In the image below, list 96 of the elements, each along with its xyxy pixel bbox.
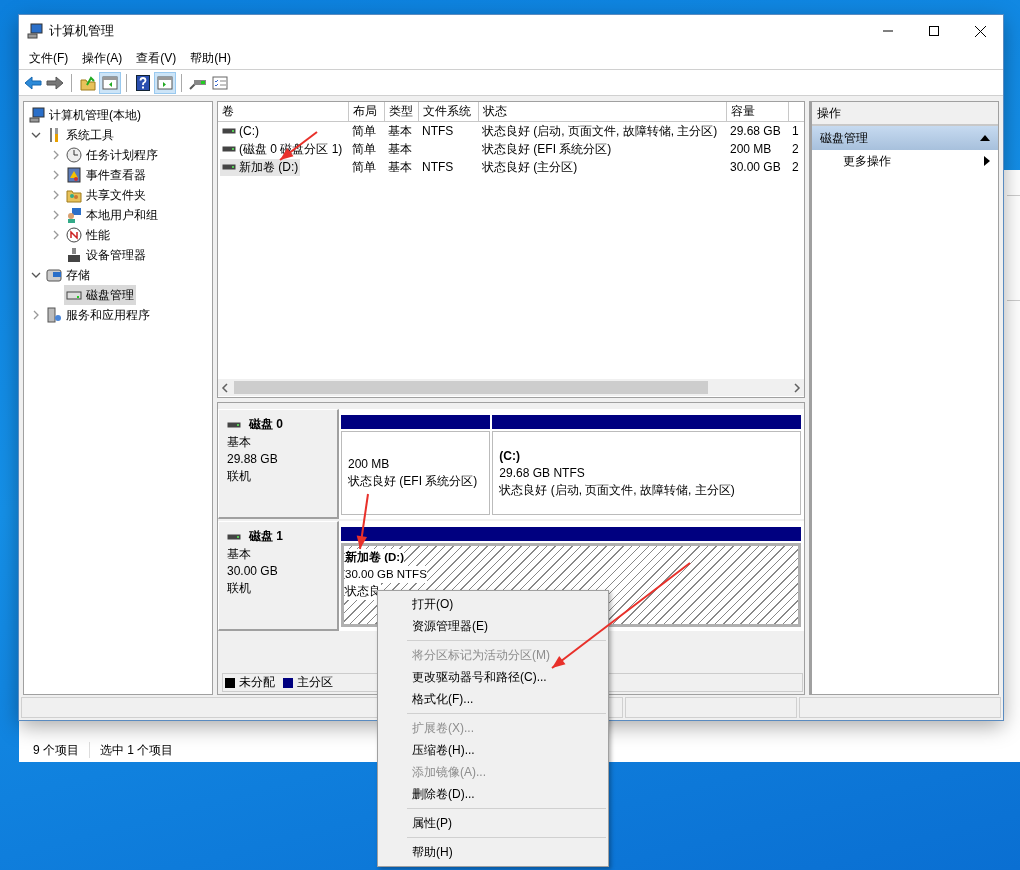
users-icon: [66, 207, 82, 223]
pane-title: 操作: [812, 102, 998, 126]
table-cell-text: 基本: [387, 140, 413, 158]
maximize-icon: [929, 26, 939, 36]
server-gear-icon: [46, 307, 62, 323]
tree-item[interactable]: 任务计划程序: [64, 145, 160, 165]
panel-icon: [102, 74, 118, 91]
status-text: 选中 1 个项目: [100, 741, 174, 759]
table-cell-text: 简单: [351, 158, 377, 176]
collapse-arrow-icon[interactable]: [980, 134, 990, 142]
clock-icon: [66, 147, 82, 163]
partition-block[interactable]: 200 MB 状态良好 (EFI 系统分区): [341, 431, 491, 515]
storage-icon: [46, 267, 62, 283]
column-header[interactable]: 状态: [478, 102, 726, 122]
gauge-icon: [66, 227, 82, 243]
disk-type: 基本: [227, 434, 252, 451]
status-text: 9 个项目: [33, 741, 79, 759]
context-menu-item[interactable]: 格式化(F)...: [378, 688, 608, 710]
menu-item[interactable]: 文件(F): [22, 48, 76, 68]
disk-name: 磁盘 0: [249, 416, 283, 433]
tree-item[interactable]: 性能: [64, 225, 112, 245]
tree-item[interactable]: 磁盘管理: [64, 285, 136, 305]
tree-item[interactable]: 共享文件夹: [64, 185, 148, 205]
chevron-icon[interactable]: [31, 130, 41, 140]
action-item[interactable]: 更多操作: [812, 150, 998, 172]
shared-folder-icon: [66, 187, 82, 203]
help-icon: [136, 74, 150, 91]
table-cell: NTFS: [418, 121, 478, 140]
drive-icon: [222, 144, 236, 154]
disk-size: 29.88 GB: [227, 451, 279, 468]
menu-item[interactable]: 操作(A): [75, 48, 130, 68]
tree-item[interactable]: 设备管理器: [64, 245, 148, 265]
device-icon: [66, 247, 82, 263]
legend-label: 未分配: [239, 674, 275, 691]
tree-item[interactable]: 存储: [44, 265, 92, 285]
context-menu-item[interactable]: 帮助(H): [378, 841, 608, 863]
volume-item[interactable]: 新加卷 (D:): [220, 158, 301, 176]
tree-item[interactable]: 服务和应用程序: [44, 305, 152, 325]
context-menu-item[interactable]: 属性(P): [378, 812, 608, 834]
folder-up-icon: [80, 74, 96, 91]
table-cell-text: 状态良好 (EFI 系统分区): [481, 140, 613, 158]
panel-icon: [157, 74, 173, 91]
table-cell: 简单: [348, 121, 384, 140]
context-menu-item[interactable]: 压缩卷(H)...: [378, 739, 608, 761]
table-cell-text: 基本: [387, 158, 413, 176]
drive-icon: [222, 162, 236, 172]
tree-item[interactable]: 系统工具: [44, 125, 116, 145]
column-header[interactable]: 类型: [384, 102, 418, 122]
table-cell-text: 状态良好 (主分区): [481, 158, 579, 176]
column-header[interactable]: 容量: [726, 102, 788, 122]
table-cell: 1: [788, 121, 804, 140]
table-cell: 基本: [384, 121, 418, 140]
back-arrow-icon: [24, 74, 42, 91]
legend-label: 主分区: [297, 674, 333, 691]
context-menu-item[interactable]: 删除卷(D)...: [378, 783, 608, 805]
disk-status: 联机: [227, 468, 252, 485]
window-title: 计算机管理: [49, 22, 114, 40]
column-header[interactable]: 文件系统: [418, 102, 478, 122]
table-cell-text: 2: [791, 141, 800, 158]
log-book-icon: [66, 167, 82, 183]
computer-icon: [29, 107, 45, 123]
action-section-header[interactable]: 磁盘管理: [812, 126, 998, 150]
table-cell: 状态良好 (启动, 页面文件, 故障转储, 主分区): [478, 121, 726, 140]
table-cell-text: 200 MB: [729, 141, 773, 158]
table-cell-text: NTFS: [421, 159, 455, 176]
disk-size: 30.00 GB: [227, 563, 279, 580]
horizontal-scrollbar[interactable]: [218, 379, 804, 396]
partition-status: 状态良好 (启动, 页面文件, 故障转储, 主分区): [499, 481, 735, 499]
partition-size: 30.00 GB NTFS: [345, 566, 427, 583]
forward-arrow-icon: [46, 74, 64, 91]
tree-item[interactable]: 计算机管理(本地): [27, 105, 143, 125]
checklist-icon: [212, 74, 228, 91]
disk-type: 基本: [227, 546, 252, 563]
submenu-arrow-icon: [984, 156, 990, 166]
disk-status: 联机: [227, 580, 252, 597]
computer-icon: [27, 23, 43, 39]
partition-status: 状态良好 (EFI 系统分区): [348, 473, 478, 490]
disk-name: 磁盘 1: [249, 528, 283, 545]
volume-item[interactable]: (C:): [220, 123, 261, 138]
tree-item[interactable]: 本地用户和组: [64, 205, 160, 225]
column-header[interactable]: 布局: [348, 102, 384, 122]
context-menu-item[interactable]: 更改驱动器号和路径(C)...: [378, 666, 608, 688]
table-cell-text: 30.00 GB: [729, 159, 782, 176]
table-cell-text: 简单: [351, 140, 377, 158]
column-header[interactable]: 卷: [218, 102, 348, 122]
annotation-arrow: [356, 493, 369, 550]
menu-item[interactable]: 帮助(H): [183, 48, 238, 68]
table-cell: 29.68 GB: [726, 121, 788, 140]
chevron-icon[interactable]: [31, 270, 41, 280]
partition-title: 新加卷 (D:): [345, 549, 404, 566]
menu-item[interactable]: 查看(V): [129, 48, 184, 68]
context-menu-item[interactable]: 打开(O): [378, 593, 608, 615]
close-icon: [974, 25, 986, 37]
tree-item[interactable]: 事件查看器: [64, 165, 148, 185]
partition-block[interactable]: (C:) 29.68 GB NTFS 状态良好 (启动, 页面文件, 故障转储, 主分区): [492, 431, 801, 515]
table-cell-text: 2: [791, 159, 800, 176]
